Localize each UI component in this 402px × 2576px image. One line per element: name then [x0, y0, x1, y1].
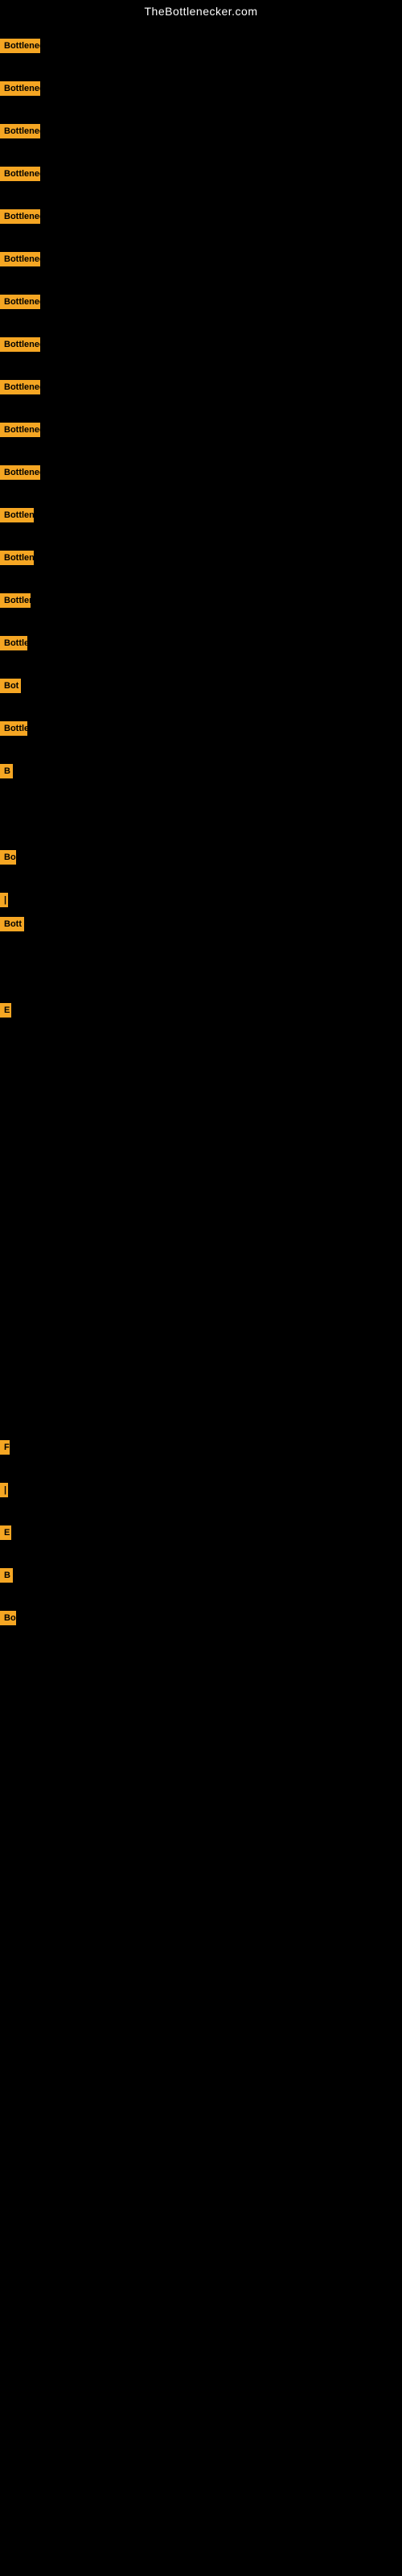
bar-row: F [0, 1440, 10, 1455]
bottleneck-result-label[interactable]: | [0, 1483, 8, 1497]
bar-row: Bottleneck resu [0, 209, 40, 224]
bottleneck-result-label[interactable]: Bottleneck result [0, 39, 40, 53]
bar-row: B [0, 764, 13, 778]
bar-row: B [0, 1568, 13, 1583]
bottleneck-result-label[interactable]: Bottleneck resu [0, 423, 40, 437]
bar-row: Bottleneck resu [0, 252, 40, 266]
bottleneck-result-label[interactable]: E [0, 1525, 11, 1540]
bottleneck-result-label[interactable]: Bottleneck result [0, 124, 40, 138]
bar-row: Bott [0, 917, 24, 931]
bar-row: | [0, 893, 8, 907]
bar-row: Bottleneck resu [0, 337, 40, 352]
bottleneck-result-label[interactable]: Bottleneck re [0, 508, 34, 522]
bar-row: E [0, 1003, 11, 1018]
site-title: TheBottlenecker.com [0, 0, 402, 21]
bar-row: Bottleneck res [0, 465, 40, 480]
bottleneck-result-label[interactable]: Bo [0, 1611, 16, 1625]
bottleneck-result-label[interactable]: Bottleneck re [0, 593, 31, 608]
bar-row: Bottleneck result [0, 124, 40, 138]
bottleneck-result-label[interactable]: Bottleneck result [0, 167, 40, 181]
bar-row: E [0, 1525, 11, 1540]
bottleneck-result-label[interactable]: Bottleneck res [0, 465, 40, 480]
bottleneck-result-label[interactable]: Bottleneck resu [0, 337, 40, 352]
bottleneck-result-label[interactable]: Bottleneck resu [0, 252, 40, 266]
bar-row: Bottleneck resu [0, 295, 40, 309]
bottleneck-result-label[interactable]: Bottleneck resu [0, 295, 40, 309]
bar-row: Bottleneck result [0, 167, 40, 181]
bar-row: Bottleneck re [0, 593, 31, 608]
bottleneck-result-label[interactable]: B [0, 1568, 13, 1583]
bar-row: Bottleneck re [0, 551, 34, 565]
bar-row: Bottlenec [0, 636, 27, 650]
bottleneck-result-label[interactable]: E [0, 1003, 11, 1018]
bottleneck-result-label[interactable]: Bottlenec [0, 636, 27, 650]
bottleneck-result-label[interactable]: Bottlen [0, 721, 27, 736]
bottleneck-result-label[interactable]: Bo [0, 850, 16, 865]
bottleneck-result-label[interactable]: | [0, 893, 8, 907]
bar-row: Bottleneck resu [0, 423, 40, 437]
bar-row: Bottleneck resu [0, 380, 40, 394]
bar-row: Bottleneck result [0, 81, 40, 96]
bottleneck-result-label[interactable]: B [0, 764, 13, 778]
bar-row: Bo [0, 1611, 16, 1625]
bar-row: Bottleneck result [0, 39, 40, 53]
bottleneck-result-label[interactable]: Bottleneck result [0, 81, 40, 96]
bottleneck-result-label[interactable]: Bottleneck re [0, 551, 34, 565]
bottleneck-result-label[interactable]: Bottleneck resu [0, 380, 40, 394]
bar-row: Bottlen [0, 721, 27, 736]
bottleneck-result-label[interactable]: Bott [0, 917, 24, 931]
bar-row: | [0, 1483, 8, 1497]
bar-row: Bottleneck re [0, 508, 34, 522]
bar-row: Bo [0, 850, 16, 865]
bottleneck-result-label[interactable]: Bottleneck resu [0, 209, 40, 224]
bar-row: Bot [0, 679, 21, 693]
bottleneck-result-label[interactable]: F [0, 1440, 10, 1455]
bottleneck-result-label[interactable]: Bot [0, 679, 21, 693]
